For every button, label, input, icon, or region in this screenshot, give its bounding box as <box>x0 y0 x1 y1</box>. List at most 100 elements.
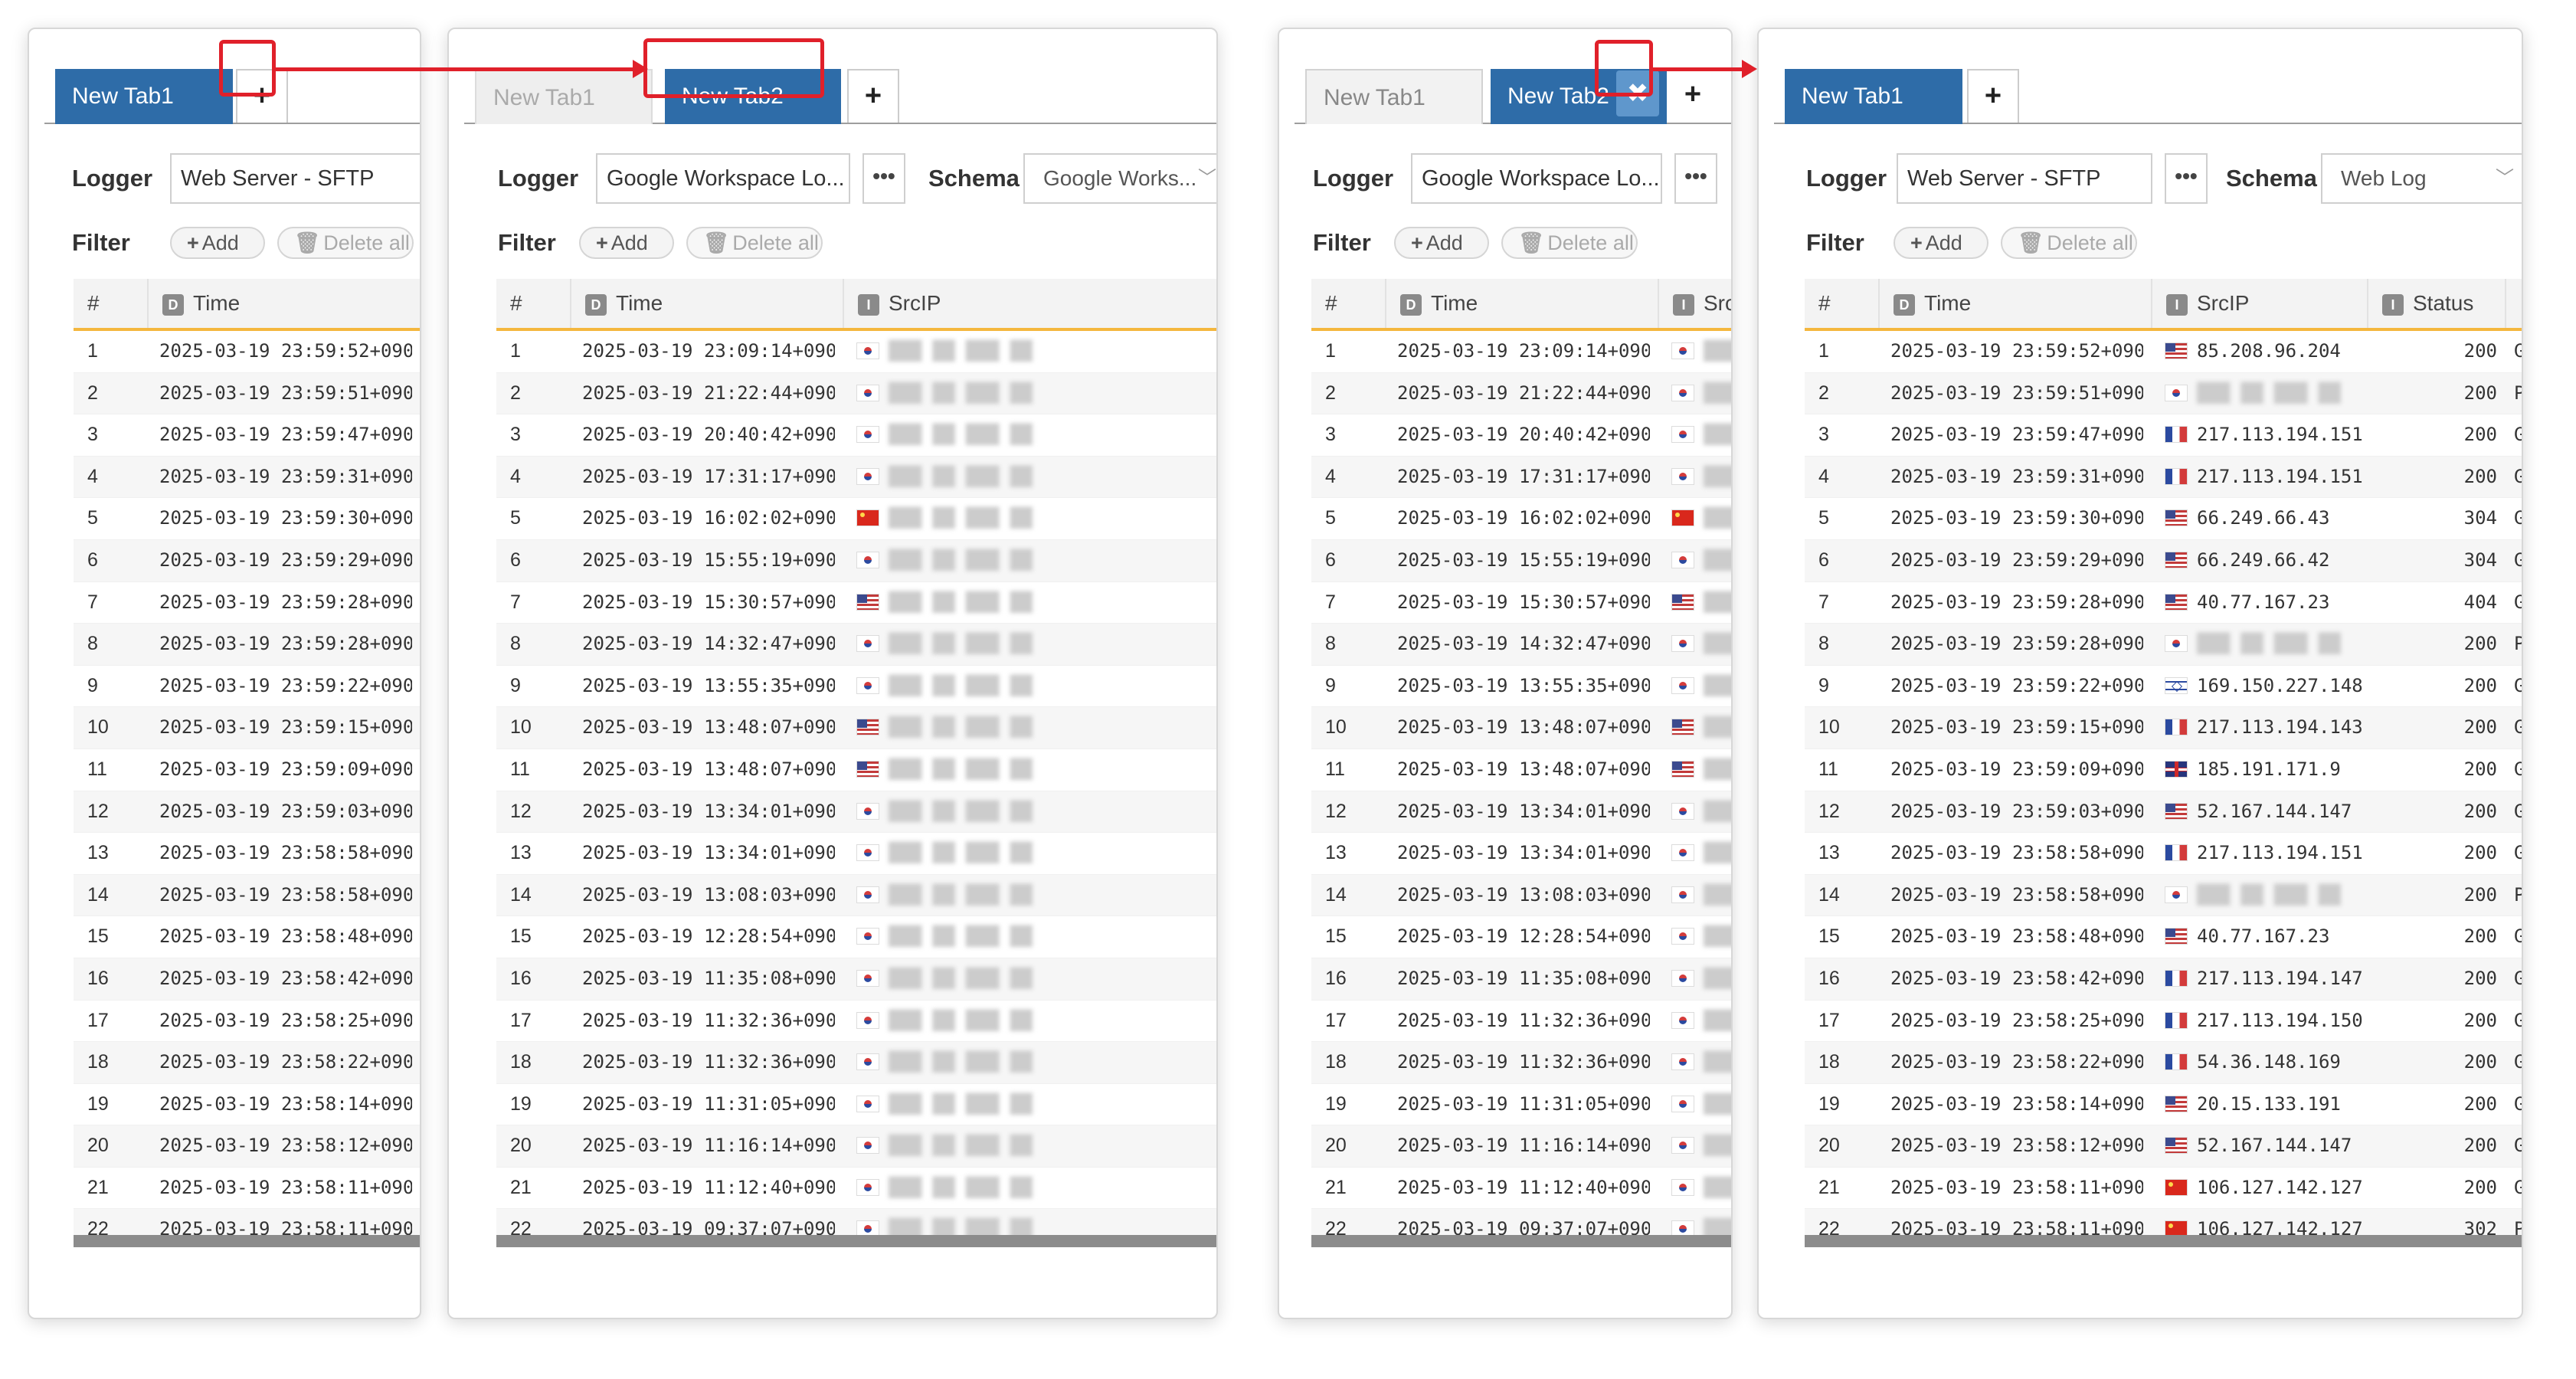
horizontal-scrollbar[interactable] <box>1311 1235 1731 1247</box>
horizontal-scrollbar[interactable] <box>496 1235 1216 1247</box>
table-row[interactable]: 11 2025-03-19 13:48:07+0900 ███ ██ ███ ██ <box>1311 748 1731 791</box>
table-row[interactable]: 16 2025-03-19 23:58:42+0900 217.113.194.14… <box>1805 958 2522 1001</box>
add-tab-button[interactable]: + <box>847 69 899 123</box>
logger-more-button[interactable]: ••• <box>2165 153 2208 204</box>
schema-select[interactable]: Web Log ﹀ <box>2321 153 2522 204</box>
logger-more-button[interactable]: ••• <box>862 153 905 204</box>
table-row[interactable]: 7 2025-03-19 23:59:28+0900 40.77.167.23 404… <box>1805 581 2522 624</box>
table-row[interactable]: 12 2025-03-19 23:59:03+0900 52.167.144.147… <box>1805 791 2522 834</box>
table-row[interactable]: 1 2025-03-19 23:59:52+0900 85.208.96.204 20… <box>1805 331 2522 373</box>
table-row[interactable]: 5 2025-03-19 23:59:30+0900 66.249.66.43 304… <box>1805 498 2522 540</box>
logger-input[interactable]: Google Workspace Lo... <box>1411 153 1662 204</box>
table-row[interactable]: 8 2025-03-19 14:32:47+0900 ███ ██ ███ ██ <box>1311 624 1731 666</box>
table-row[interactable]: 11 2025-03-19 13:48:07+0900 ███ ██ ███ ██ <box>496 748 1216 791</box>
table-row[interactable]: 2 2025-03-19 23:59:51+0900 <box>74 372 420 415</box>
table-row[interactable]: 18 2025-03-19 11:32:36+0900 ███ ██ ███ ██ <box>1311 1042 1731 1084</box>
table-row[interactable]: 8 2025-03-19 14:32:47+0900 ███ ██ ███ ██ <box>496 624 1216 666</box>
schema-select[interactable]: Google Works... ﹀ <box>1023 153 1216 204</box>
table-row[interactable]: 18 2025-03-19 23:58:22+0900 <box>74 1042 420 1084</box>
col-srcip[interactable]: ISrc <box>1658 279 1731 328</box>
logger-input[interactable]: Web Server - SFTP <box>170 153 420 204</box>
table-row[interactable]: 18 2025-03-19 23:58:22+0900 54.36.148.169 2… <box>1805 1042 2522 1084</box>
table-row[interactable]: 13 2025-03-19 13:34:01+0900 ███ ██ ███ ██ <box>1311 833 1731 875</box>
table-row[interactable]: 13 2025-03-19 23:58:58+0900 217.113.194.15… <box>1805 833 2522 875</box>
col-time[interactable]: D Time <box>1385 279 1658 328</box>
filter-add-button[interactable]: + Add <box>170 227 265 259</box>
col-time[interactable]: D Time <box>147 279 420 328</box>
filter-add-button[interactable]: + Add <box>579 227 674 259</box>
table-row[interactable]: 3 2025-03-19 20:40:42+0900 ███ ██ ███ ██ <box>1311 414 1731 457</box>
col-method-partial[interactable] <box>2505 279 2522 328</box>
table-row[interactable]: 10 2025-03-19 23:59:15+0900 217.113.194.14… <box>1805 707 2522 749</box>
table-row[interactable]: 17 2025-03-19 11:32:36+0900 ███ ██ ███ ██ <box>496 1000 1216 1043</box>
table-row[interactable]: 14 2025-03-19 23:58:58+0900 <box>74 874 420 917</box>
table-row[interactable]: 20 2025-03-19 11:16:14+0900 ███ ██ ███ ██ <box>496 1125 1216 1168</box>
horizontal-scrollbar[interactable] <box>74 1235 420 1247</box>
table-row[interactable]: 2 2025-03-19 21:22:44+0900 ███ ██ ███ ██ <box>496 372 1216 415</box>
table-row[interactable]: 21 2025-03-19 11:12:40+0900 ███ ██ ███ ██ <box>496 1167 1216 1210</box>
table-row[interactable]: 15 2025-03-19 23:58:48+0900 40.77.167.23 20… <box>1805 916 2522 958</box>
delete-all-button[interactable]: 🗑 Delete all <box>1501 227 1638 259</box>
add-tab-button[interactable]: + <box>1967 69 2019 123</box>
col-index[interactable]: # <box>74 279 147 328</box>
table-row[interactable]: 9 2025-03-19 13:55:35+0900 ███ ██ ███ ██ <box>496 665 1216 708</box>
table-row[interactable]: 7 2025-03-19 15:30:57+0900 ███ ██ ███ ██ <box>1311 581 1731 624</box>
table-row[interactable]: 5 2025-03-19 23:59:30+0900 <box>74 498 420 540</box>
table-row[interactable]: 17 2025-03-19 11:32:36+0900 ███ ██ ███ ██ <box>1311 1000 1731 1043</box>
tab-new-tab1[interactable]: New Tab1 <box>55 69 233 124</box>
table-row[interactable]: 7 2025-03-19 15:30:57+0900 ███ ██ ███ ██ <box>496 581 1216 624</box>
table-row[interactable]: 10 2025-03-19 13:48:07+0900 ███ ██ ███ ██ <box>496 707 1216 749</box>
logger-input[interactable]: Web Server - SFTP <box>1897 153 2152 204</box>
tab-new-tab1[interactable]: New Tab1 <box>1305 69 1483 124</box>
col-srcip[interactable]: I SrcIP <box>2151 279 2367 328</box>
delete-all-button[interactable]: 🗑 Delete all <box>277 227 414 259</box>
table-row[interactable]: 12 2025-03-19 13:34:01+0900 ███ ██ ███ ██ <box>496 791 1216 834</box>
delete-all-button[interactable]: 🗑 Delete all <box>2001 227 2137 259</box>
table-row[interactable]: 4 2025-03-19 17:31:17+0900 ███ ██ ███ ██ <box>496 456 1216 499</box>
table-row[interactable]: 19 2025-03-19 11:31:05+0900 ███ ██ ███ ██ <box>496 1083 1216 1126</box>
table-row[interactable]: 20 2025-03-19 11:16:14+0900 ███ ██ ███ ██ <box>1311 1125 1731 1168</box>
table-row[interactable]: 16 2025-03-19 23:58:42+0900 <box>74 958 420 1001</box>
table-row[interactable]: 15 2025-03-19 12:28:54+0900 ███ ██ ███ ██ <box>496 916 1216 958</box>
table-row[interactable]: 15 2025-03-19 12:28:54+0900 ███ ██ ███ ██ <box>1311 916 1731 958</box>
table-row[interactable]: 17 2025-03-19 23:58:25+0900 217.113.194.15… <box>1805 1000 2522 1043</box>
col-time[interactable]: D Time <box>1878 279 2151 328</box>
table-row[interactable]: 3 2025-03-19 20:40:42+0900 ███ ██ ███ ██ <box>496 414 1216 457</box>
table-row[interactable]: 19 2025-03-19 11:31:05+0900 ███ ██ ███ ██ <box>1311 1083 1731 1126</box>
table-row[interactable]: 20 2025-03-19 23:58:12+0900 <box>74 1125 420 1168</box>
col-time[interactable]: D Time <box>570 279 843 328</box>
table-row[interactable]: 5 2025-03-19 16:02:02+0900 ███ ██ ███ ██ <box>496 498 1216 540</box>
tab-new-tab1[interactable]: New Tab1 <box>1785 69 1962 124</box>
table-row[interactable]: 1 2025-03-19 23:59:52+0900 <box>74 331 420 373</box>
table-row[interactable]: 6 2025-03-19 23:59:29+0900 66.249.66.42 304… <box>1805 539 2522 582</box>
table-row[interactable]: 9 2025-03-19 23:59:22+0900 <box>74 665 420 708</box>
horizontal-scrollbar[interactable] <box>1805 1235 2522 1247</box>
table-row[interactable]: 2 2025-03-19 23:59:51+0900 ███ ██ ███ ██ 20… <box>1805 372 2522 415</box>
table-row[interactable]: 16 2025-03-19 11:35:08+0900 ███ ██ ███ ██ <box>496 958 1216 1001</box>
table-row[interactable]: 7 2025-03-19 23:59:28+0900 <box>74 581 420 624</box>
tab-new-tab1[interactable]: New Tab1 <box>475 69 653 124</box>
table-row[interactable]: 8 2025-03-19 23:59:28+0900 ███ ██ ███ ██ 20… <box>1805 624 2522 666</box>
table-row[interactable]: 12 2025-03-19 13:34:01+0900 ███ ██ ███ ██ <box>1311 791 1731 834</box>
table-row[interactable]: 3 2025-03-19 23:59:47+0900 <box>74 414 420 457</box>
logger-input[interactable]: Google Workspace Lo... <box>596 153 850 204</box>
table-row[interactable]: 21 2025-03-19 11:12:40+0900 ███ ██ ███ ██ <box>1311 1167 1731 1210</box>
filter-add-button[interactable]: + Add <box>1394 227 1489 259</box>
table-row[interactable]: 6 2025-03-19 15:55:19+0900 ███ ██ ███ ██ <box>1311 539 1731 582</box>
table-row[interactable]: 9 2025-03-19 13:55:35+0900 ███ ██ ███ ██ <box>1311 665 1731 708</box>
col-srcip[interactable]: I SrcIP <box>843 279 1216 328</box>
add-tab-button[interactable]: + <box>1670 69 1716 123</box>
table-row[interactable]: 10 2025-03-19 13:48:07+0900 ███ ██ ███ ██ <box>1311 707 1731 749</box>
table-row[interactable]: 4 2025-03-19 23:59:31+0900 217.113.194.151… <box>1805 456 2522 499</box>
col-status[interactable]: I Status <box>2367 279 2505 328</box>
table-row[interactable]: 1 2025-03-19 23:09:14+0900 ███ ██ ███ ██ <box>1311 331 1731 373</box>
table-row[interactable]: 16 2025-03-19 11:35:08+0900 ███ ██ ███ ██ <box>1311 958 1731 1001</box>
table-row[interactable]: 3 2025-03-19 23:59:47+0900 217.113.194.151… <box>1805 414 2522 457</box>
table-row[interactable]: 21 2025-03-19 23:58:11+0900 <box>74 1167 420 1210</box>
table-row[interactable]: 20 2025-03-19 23:58:12+0900 52.167.144.147… <box>1805 1125 2522 1168</box>
table-row[interactable]: 21 2025-03-19 23:58:11+0900 106.127.142.12… <box>1805 1167 2522 1210</box>
table-row[interactable]: 11 2025-03-19 23:59:09+0900 <box>74 748 420 791</box>
table-row[interactable]: 14 2025-03-19 13:08:03+0900 ███ ██ ███ ██ <box>496 874 1216 917</box>
table-row[interactable]: 5 2025-03-19 16:02:02+0900 ███ ██ ███ ██ <box>1311 498 1731 540</box>
table-row[interactable]: 8 2025-03-19 23:59:28+0900 <box>74 624 420 666</box>
